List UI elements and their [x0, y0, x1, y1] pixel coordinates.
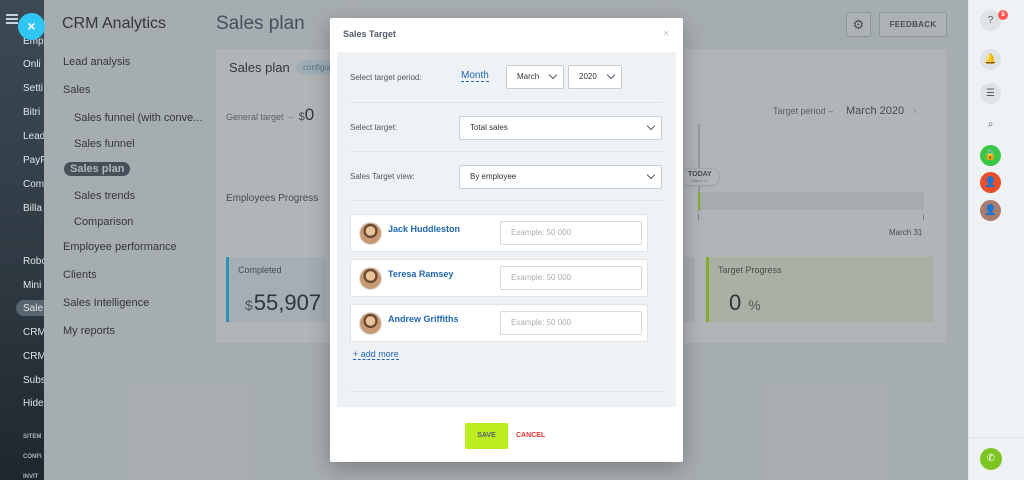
- chevron-down-icon: [646, 121, 656, 131]
- left-menu-section[interactable]: INVIT: [23, 474, 38, 480]
- left-menu-item[interactable]: Sale: [23, 303, 43, 314]
- bell-icon: 🔔: [984, 54, 997, 65]
- avatar: [359, 222, 382, 245]
- left-menu-item[interactable]: Bitri: [23, 107, 40, 118]
- left-menu-item[interactable]: Onli: [23, 59, 41, 70]
- view-select-value: By employee: [470, 172, 517, 181]
- employee-name[interactable]: Jack Huddleston: [388, 224, 460, 234]
- left-menu-item[interactable]: Billa: [23, 203, 42, 214]
- save-button[interactable]: SAVE: [465, 423, 508, 449]
- left-menu-item[interactable]: Setti: [23, 83, 43, 94]
- employee-row: Teresa Ramsey Example: 50 000: [350, 259, 648, 297]
- target-select-value: Total sales: [470, 123, 508, 132]
- help-badge: 8: [998, 10, 1008, 20]
- employee-target-input[interactable]: Example: 50 000: [500, 266, 642, 290]
- right-toolbar-divider: [969, 437, 1024, 438]
- menu-icon[interactable]: [6, 14, 18, 24]
- year-select[interactable]: 2020: [568, 65, 622, 89]
- dialog-body: Select target period: Month March 2020 S…: [337, 52, 676, 407]
- left-menu-item[interactable]: CRM: [23, 351, 44, 362]
- user-button-2[interactable]: 👤: [980, 200, 1001, 221]
- chevron-down-icon: [606, 70, 616, 80]
- lock-icon: 🔒: [984, 150, 997, 161]
- close-icon: ×: [27, 18, 36, 34]
- employee-row: Jack Huddleston Example: 50 000: [350, 214, 648, 252]
- dialog-title: Sales Target: [343, 29, 396, 39]
- chevron-down-icon: [646, 170, 656, 180]
- call-button[interactable]: ✆: [980, 448, 1002, 470]
- notifications-button[interactable]: 🔔: [980, 49, 1001, 70]
- year-select-value: 2020: [579, 72, 597, 81]
- target-row: Select target: Total sales: [350, 103, 663, 152]
- left-main-menu: Emp Onli Setti Bitri Lead PayP Com Billa…: [0, 0, 44, 480]
- search-button[interactable]: ⌕: [980, 114, 1001, 135]
- left-menu-item[interactable]: Lead: [23, 131, 44, 142]
- chat-button[interactable]: ☰: [980, 83, 1001, 104]
- right-toolbar: ? 8 🔔 ☰ ⌕ 🔒 👤 👤 ✆: [968, 0, 1024, 480]
- left-menu-item[interactable]: CRM: [23, 327, 44, 338]
- period-row: Select target period: Month March 2020: [350, 52, 663, 103]
- left-menu-item[interactable]: Hide: [23, 398, 44, 409]
- view-row: Sales Target view: By employee: [350, 152, 663, 201]
- left-menu-item[interactable]: Subs: [23, 375, 44, 386]
- user-icon: 👤: [984, 177, 997, 188]
- avatar: [359, 312, 382, 335]
- chat-icon: ☰: [986, 88, 995, 99]
- phone-icon: ✆: [986, 453, 996, 464]
- employee-name[interactable]: Andrew Griffiths: [388, 314, 459, 324]
- left-menu-item[interactable]: Robo: [23, 256, 44, 267]
- period-label: Select target period:: [350, 73, 422, 82]
- month-select[interactable]: March: [506, 65, 564, 89]
- target-label: Select target:: [350, 123, 398, 132]
- add-more-row: [350, 340, 663, 392]
- close-icon[interactable]: ×: [663, 28, 669, 40]
- close-slider-button[interactable]: ×: [18, 13, 45, 40]
- user-button-1[interactable]: 👤: [980, 172, 1001, 193]
- user-icon: 👤: [984, 205, 997, 216]
- avatar: [359, 267, 382, 290]
- target-select[interactable]: Total sales: [459, 116, 662, 140]
- employee-row: Andrew Griffiths Example: 50 000: [350, 304, 648, 342]
- left-menu-item[interactable]: PayP: [23, 155, 44, 166]
- left-menu-item[interactable]: Mini: [23, 280, 41, 291]
- lock-button[interactable]: 🔒: [980, 145, 1001, 166]
- left-menu-section[interactable]: SITEM: [23, 434, 41, 440]
- view-select[interactable]: By employee: [459, 165, 662, 189]
- search-icon: ⌕: [987, 119, 994, 130]
- question-icon: ?: [987, 15, 994, 26]
- period-type-link[interactable]: Month: [461, 70, 489, 82]
- left-menu-item[interactable]: Com: [23, 179, 44, 190]
- employee-target-input[interactable]: Example: 50 000: [500, 221, 642, 245]
- view-label: Sales Target view:: [350, 172, 415, 181]
- chevron-down-icon: [548, 70, 558, 80]
- cancel-button[interactable]: CANCEL: [516, 423, 545, 449]
- sales-target-dialog: Sales Target × Select target period: Mon…: [330, 18, 683, 462]
- month-select-value: March: [517, 72, 540, 81]
- employee-target-input[interactable]: Example: 50 000: [500, 311, 642, 335]
- left-menu-section[interactable]: CONFI: [23, 454, 42, 460]
- employee-name[interactable]: Teresa Ramsey: [388, 269, 453, 279]
